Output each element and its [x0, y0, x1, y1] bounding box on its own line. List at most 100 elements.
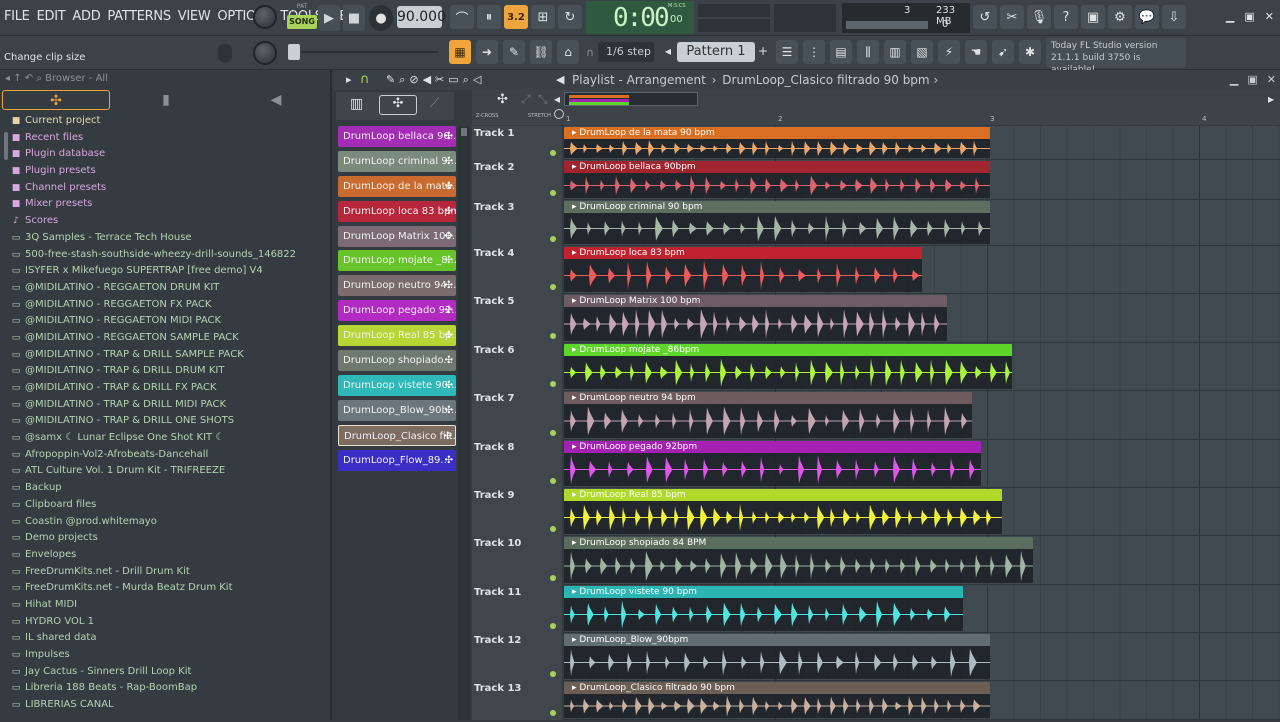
- blend-notes-button[interactable]: ⊞: [531, 5, 555, 29]
- piano-roll-view-button[interactable]: ▤: [830, 40, 852, 64]
- browser-item[interactable]: ▭ IL shared data: [0, 630, 330, 647]
- add-pattern-icon[interactable]: +: [758, 44, 768, 58]
- browser-item[interactable]: ■ Plugin presets: [0, 163, 330, 180]
- playlist-play-icon[interactable]: ◀: [556, 70, 564, 90]
- stop-button[interactable]: ■: [343, 5, 365, 31]
- track-header[interactable]: Track 13: [472, 683, 562, 722]
- browser-item[interactable]: ■ Channel presets: [0, 180, 330, 197]
- audio-clip[interactable]: ▸ DrumLoop pegado 92bpm: [564, 441, 981, 486]
- link-button[interactable]: ⛓: [530, 40, 552, 64]
- track-header[interactable]: Track 3: [472, 202, 562, 248]
- track-enable-dot[interactable]: [550, 575, 556, 581]
- piano-roll-button[interactable]: ▦: [449, 40, 471, 64]
- audio-clip[interactable]: ▸ DrumLoop shopiado 84 BPM: [564, 537, 1033, 583]
- playlist-maximize-icon[interactable]: ▣: [1247, 70, 1257, 90]
- browser-item[interactable]: ▭ 500-free-stash-southside-wheezy-drill-s…: [0, 247, 330, 264]
- browser-item[interactable]: ■ Recent files: [0, 130, 330, 147]
- track-header[interactable]: Track 10: [472, 538, 562, 587]
- browser-item[interactable]: ▭ FreeDrumKits.net - Drill Drum Kit: [0, 564, 330, 581]
- picker-clip[interactable]: DrumLoop neutro 94... ✣: [338, 275, 456, 297]
- browser-item[interactable]: ▭ Hihat MIDI: [0, 597, 330, 614]
- track-header[interactable]: Track 6: [472, 345, 562, 393]
- wait-button[interactable]: ⏸: [477, 5, 501, 29]
- browser-item[interactable]: ▭ @samx ☾ Lunar Eclipse One Shot KIT ☾: [0, 430, 330, 447]
- close-icon[interactable]: ✕: [1265, 10, 1274, 23]
- audio-clip[interactable]: ▸ DrumLoop Real 85 bpm: [564, 489, 1002, 534]
- master-pitch-knob[interactable]: [253, 41, 277, 65]
- menu-add[interactable]: ADD: [72, 9, 100, 24]
- picker-clip[interactable]: DrumLoop bellaca 90... ✣: [338, 126, 456, 147]
- minimize-icon[interactable]: ▁: [1226, 10, 1234, 23]
- picker-clip[interactable]: DrumLoop_Clasico filt... ✣: [338, 424, 456, 446]
- master-slider[interactable]: [288, 44, 438, 60]
- audio-clip[interactable]: ▸ DrumLoop mojate _86bpm: [564, 344, 1012, 389]
- audio-clip[interactable]: ▸ DrumLoop Matrix 100 bpm: [564, 295, 947, 341]
- move-icon[interactable]: ✣: [497, 92, 508, 107]
- browser-item[interactable]: ▭ ATL Culture Vol. 1 Drum Kit - TRIFREEZE: [0, 463, 330, 480]
- undo-button[interactable]: ✱: [1019, 40, 1041, 64]
- track-enable-dot[interactable]: [550, 710, 556, 716]
- browser-item[interactable]: ▭ @MIDILATINO - TRAP & DRILL DRUM KIT: [0, 363, 330, 380]
- browser-item[interactable]: ▭ Demo projects: [0, 530, 330, 547]
- audio-clip[interactable]: ▸ DrumLoop criminal 90 bpm: [564, 201, 990, 244]
- maximize-icon[interactable]: ▣: [1244, 10, 1254, 23]
- browser-item[interactable]: ▭ Libreria 188 Beats - Rap-BoomBap: [0, 680, 330, 697]
- browser-item[interactable]: ▭ Envelopes: [0, 547, 330, 564]
- audio-clip[interactable]: ▸ DrumLoop_Clasico filtrado 90 bpm: [564, 682, 990, 718]
- browser-item[interactable]: ▭ @MIDILATINO - TRAP & DRILL MIDI PACK: [0, 397, 330, 414]
- track-enable-dot[interactable]: [550, 333, 556, 339]
- track-header[interactable]: Track 9: [472, 490, 562, 538]
- browser-item[interactable]: ▭ FreeDrumKits.net - Murda Beatz Drum Kit: [0, 580, 330, 597]
- browser-item[interactable]: ▭ Clipboard files: [0, 497, 330, 514]
- resize-icon[interactable]: ⤢: [521, 92, 531, 107]
- track-header[interactable]: Track 12: [472, 635, 562, 683]
- panic-button[interactable]: ↺: [973, 5, 997, 29]
- menu-file[interactable]: FILE: [4, 9, 30, 24]
- tab-project[interactable]: ▮: [112, 90, 220, 110]
- picker-clip[interactable]: DrumLoop shopiado... ✣: [338, 350, 456, 372]
- track-header[interactable]: Track 2: [472, 162, 562, 202]
- picker-clip[interactable]: DrumLoop de la mata... ✣: [338, 175, 456, 197]
- magnet-snap-icon[interactable]: ∩: [360, 70, 370, 90]
- browser-item[interactable]: ▭ ISYFER x Mikefuego SUPERTRAP [free demo…: [0, 263, 330, 280]
- picker-clip[interactable]: DrumLoop Real 85 bp... ✣: [338, 325, 456, 347]
- playlist-tools-icons[interactable]: ✎⌕⊘◀✂▭⌕◁: [386, 70, 485, 90]
- slider-handle[interactable]: [288, 44, 300, 60]
- mixer-button[interactable]: ✂: [1000, 5, 1024, 29]
- picker-audio-icon[interactable]: ✣: [379, 95, 417, 115]
- picker-clip[interactable]: DrumLoop mojate _8... ✣: [338, 250, 456, 272]
- track-enable-dot[interactable]: [550, 478, 556, 484]
- track-enable-dot[interactable]: [550, 526, 556, 532]
- tab-all[interactable]: ✣: [2, 90, 110, 110]
- track-header[interactable]: Track 7: [472, 393, 562, 442]
- browser-item[interactable]: ▭ @MIDILATINO - REGGAETON MIDI PACK: [0, 313, 330, 330]
- step-edit-button[interactable]: 3.2: [504, 5, 528, 29]
- browser-item[interactable]: ♪ Scores: [0, 213, 330, 230]
- browser-item[interactable]: ■ Current project: [0, 113, 330, 130]
- picker-clip[interactable]: DrumLoop_Flow_89... ✣: [338, 449, 456, 471]
- play-button[interactable]: ▶: [318, 5, 340, 31]
- audio-clip[interactable]: ▸ DrumLoop bellaca 90bpm: [564, 161, 990, 198]
- channel-rack-button[interactable]: ⋮: [803, 40, 825, 64]
- snap-selector[interactable]: 1/6 step: [598, 42, 654, 62]
- playlist-arrow-icon[interactable]: ▸: [346, 70, 352, 90]
- track-enable-dot[interactable]: [550, 284, 556, 290]
- track-enable-dot[interactable]: [550, 430, 556, 436]
- slide-icon[interactable]: ⤡: [538, 92, 548, 107]
- browser-item[interactable]: ▭ @MIDILATINO - REGGAETON SAMPLE PACK: [0, 330, 330, 347]
- metronome-button[interactable]: ⌒: [450, 5, 474, 29]
- audio-clip[interactable]: ▸ DrumLoop neutro 94 bpm: [564, 392, 972, 438]
- browser-item[interactable]: ▭ @MIDILATINO - TRAP & DRILL SAMPLE PACK: [0, 347, 330, 364]
- project-view-button[interactable]: ▧: [911, 40, 933, 64]
- browser-item[interactable]: ■ Plugin database: [0, 146, 330, 163]
- picker-clip[interactable]: DrumLoop loca 83 bpm ✣: [338, 200, 456, 222]
- save-button[interactable]: ▣: [1081, 5, 1105, 29]
- picker-clip[interactable]: DrumLoop pegado 92... ✣: [338, 300, 456, 322]
- master-volume-knob[interactable]: [253, 5, 277, 29]
- record-button[interactable]: ●: [369, 5, 393, 31]
- track-enable-dot[interactable]: [550, 236, 556, 242]
- stamp-button[interactable]: ⌂: [557, 40, 579, 64]
- browser-item[interactable]: ▭ Jay Cactus - Sinners Drill Loop Kit: [0, 664, 330, 681]
- track-header[interactable]: Track 5: [472, 296, 562, 345]
- browser-item[interactable]: ▭ @MIDILATINO - REGGAETON FX PACK: [0, 297, 330, 314]
